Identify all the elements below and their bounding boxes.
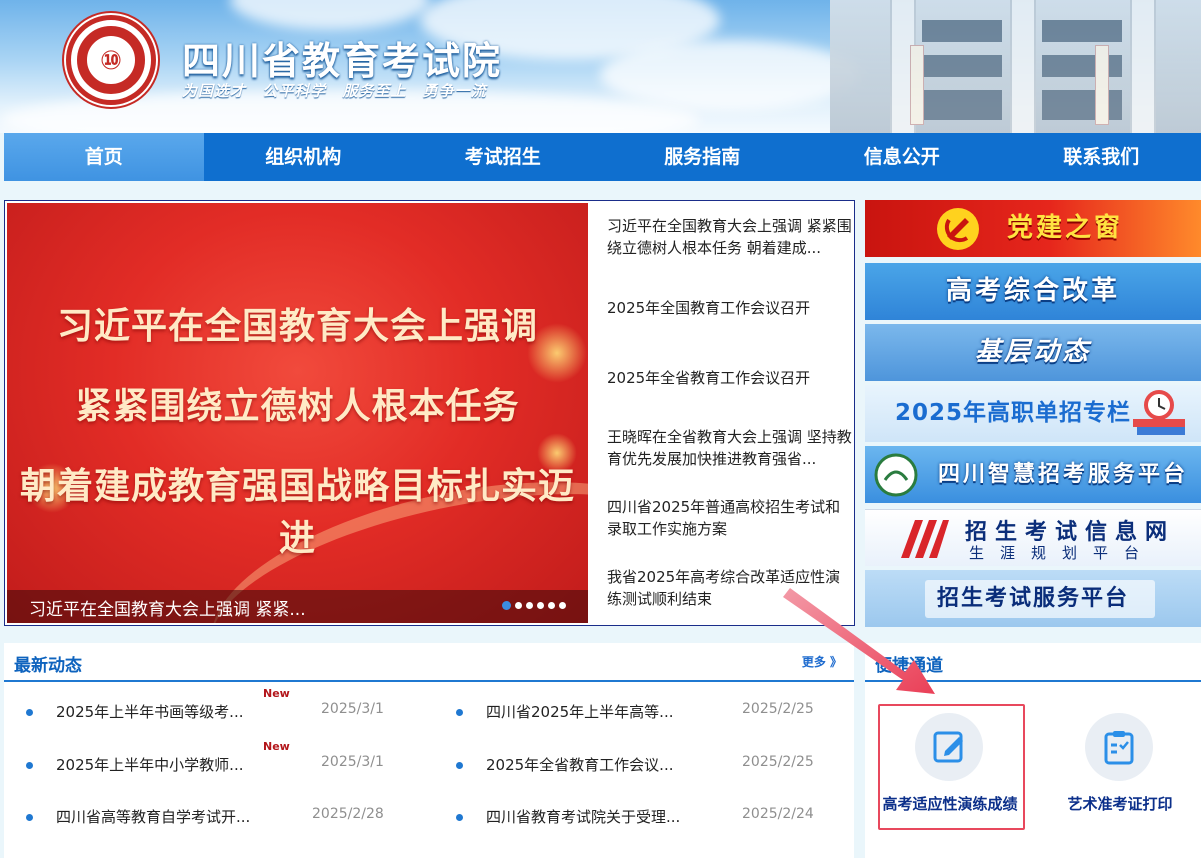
headline-item[interactable]: 2025年全省教育工作会议召开 [607, 367, 853, 389]
headline-item[interactable]: 习近平在全国教育大会上强调 紧紧围绕立德树人根本任务 朝着建成... [607, 215, 853, 259]
news-date: 2025/2/25 [742, 701, 814, 717]
headline-item[interactable]: 我省2025年高考综合改革适应性演练测试顺利结束 [607, 566, 853, 610]
bullet-icon [456, 709, 463, 716]
main-nav: 首页 组织机构 考试招生 服务指南 信息公开 联系我们 [4, 133, 1201, 181]
admission-info-logo-icon [901, 520, 949, 558]
slider-caption-bar: 习近平在全国教育大会上强调 紧紧... [7, 590, 588, 623]
grassroots-news-banner[interactable]: 基层动态 [865, 324, 1201, 381]
slider-dot[interactable] [537, 602, 544, 609]
feature-news-box: 习近平在全国教育大会上强调 紧紧围绕立德树人根本任务 朝着建成教育强国战略目标扎… [4, 200, 855, 626]
smart-exam-platform-banner[interactable]: 四川智慧招考服务平台 [865, 446, 1201, 503]
logo-emblem-icon: ⑩ [99, 46, 122, 76]
news-date: 2025/2/24 [742, 806, 814, 822]
news-item[interactable]: 四川省教育考试院关于受理... 2025/2/24 [456, 806, 856, 830]
quick-channel-title: 便捷通道 [875, 656, 943, 676]
nav-item-contact[interactable]: 联系我们 [1002, 133, 1201, 181]
headline-item[interactable]: 四川省2025年普通高校招生考试和录取工作实施方案 [607, 496, 853, 540]
site-logo[interactable]: ⑩ [66, 15, 156, 105]
slider-caption[interactable]: 习近平在全国教育大会上强调 紧紧... [29, 595, 306, 620]
slider-headline-line: 朝着建成教育强国战略目标扎实迈进 [19, 466, 575, 559]
bullet-icon [26, 709, 33, 716]
bullet-icon [456, 814, 463, 821]
art-admit-card-label: 艺术准考证打印 [1067, 795, 1173, 813]
grassroots-news-label: 基层动态 [974, 337, 1091, 367]
headline-item[interactable]: 2025年全国教育工作会议召开 [607, 297, 853, 319]
news-slider[interactable]: 习近平在全国教育大会上强调 紧紧围绕立德树人根本任务 朝着建成教育强国战略目标扎… [7, 203, 588, 623]
news-item[interactable]: 四川省2025年上半年高等... 2025/2/25 [456, 701, 856, 725]
gaokao-reform-banner[interactable]: 高考综合改革 [865, 263, 1201, 320]
news-title: 四川省高等教育自学考试开... [56, 808, 251, 826]
nav-item-home[interactable]: 首页 [4, 133, 204, 181]
slider-dot[interactable] [559, 602, 566, 609]
gaokao-reform-label: 高考综合改革 [945, 276, 1120, 306]
bullet-icon [456, 762, 463, 769]
admission-service-label: 招生考试服务平台 [936, 586, 1129, 611]
party-building-label: 党建之窗 [1006, 213, 1123, 243]
more-link[interactable]: 更多 》 [802, 653, 842, 670]
news-title: 2025年上半年中小学教师... [56, 756, 244, 774]
site-title: 四川省教育考试院 [182, 38, 503, 83]
slider-dot[interactable] [502, 601, 511, 610]
bullet-icon [26, 762, 33, 769]
site-header: ⑩ 四川省教育考试院 为国选才 公平科学 服务至上 勇争一流 [0, 0, 1201, 133]
slider-dot[interactable] [548, 602, 555, 609]
clipboard-check-icon [1104, 731, 1134, 765]
admission-service-banner[interactable]: 招生考试服务平台 [865, 570, 1201, 627]
slider-dot[interactable] [526, 602, 533, 609]
news-title: 四川省教育考试院关于受理... [486, 808, 681, 826]
new-badge: New [263, 687, 290, 700]
party-building-banner[interactable]: 党建之窗 [865, 200, 1201, 257]
art-admit-card-link[interactable]: 艺术准考证打印 [1035, 713, 1185, 833]
news-date: 2025/3/1 [321, 701, 384, 717]
news-item[interactable]: 2025年上半年书画等级考... New 2025/3/1 [26, 687, 426, 725]
nav-item-info-disclosure[interactable]: 信息公开 [802, 133, 1002, 181]
headline-item[interactable]: 王晓晖在全省教育大会上强调 坚持教育优先发展加快推进教育强省... [607, 426, 853, 470]
news-date: 2025/2/25 [742, 754, 814, 770]
slider-dots [502, 601, 566, 610]
news-date: 2025/2/28 [312, 806, 384, 822]
building-image [830, 0, 1201, 133]
smart-exam-platform-label: 四川智慧招考服务平台 [937, 462, 1188, 487]
site-slogan: 为国选才 公平科学 服务至上 勇争一流 [182, 82, 487, 100]
slider-headline-line: 习近平在全国教育大会上强调 [56, 306, 538, 347]
admission-info-subtitle: 生涯规划平台 [969, 544, 1156, 562]
news-item[interactable]: 四川省高等教育自学考试开... 2025/2/28 [26, 806, 426, 830]
slider-headline-line: 紧紧围绕立德树人根本任务 [75, 386, 520, 427]
books-clock-icon [1133, 390, 1185, 435]
new-badge: New [263, 740, 290, 753]
nav-item-exams[interactable]: 考试招生 [403, 133, 603, 181]
news-title: 2025年全省教育工作会议... [486, 756, 674, 774]
nav-item-organization[interactable]: 组织机构 [204, 133, 404, 181]
news-title: 四川省2025年上半年高等... [486, 703, 674, 721]
latest-news-title: 最新动态 [14, 656, 82, 676]
bullet-icon [26, 814, 33, 821]
news-title: 2025年上半年书画等级考... [56, 703, 244, 721]
news-item[interactable]: 2025年上半年中小学教师... New 2025/3/1 [26, 740, 426, 778]
nav-item-service-guide[interactable]: 服务指南 [603, 133, 803, 181]
latest-news-panel: 最新动态 更多 》 2025年上半年书画等级考... New 2025/3/1 … [4, 643, 854, 858]
news-date: 2025/3/1 [321, 754, 384, 770]
admission-info-banner[interactable]: 招生考试信息网 生涯规划平台 [865, 509, 1201, 566]
slider-dot[interactable] [515, 602, 522, 609]
vocational-admission-banner[interactable]: 2025年高职单招专栏 [865, 385, 1201, 442]
highlight-annotation-box [878, 704, 1025, 830]
news-item[interactable]: 2025年全省教育工作会议... 2025/2/25 [456, 754, 856, 778]
